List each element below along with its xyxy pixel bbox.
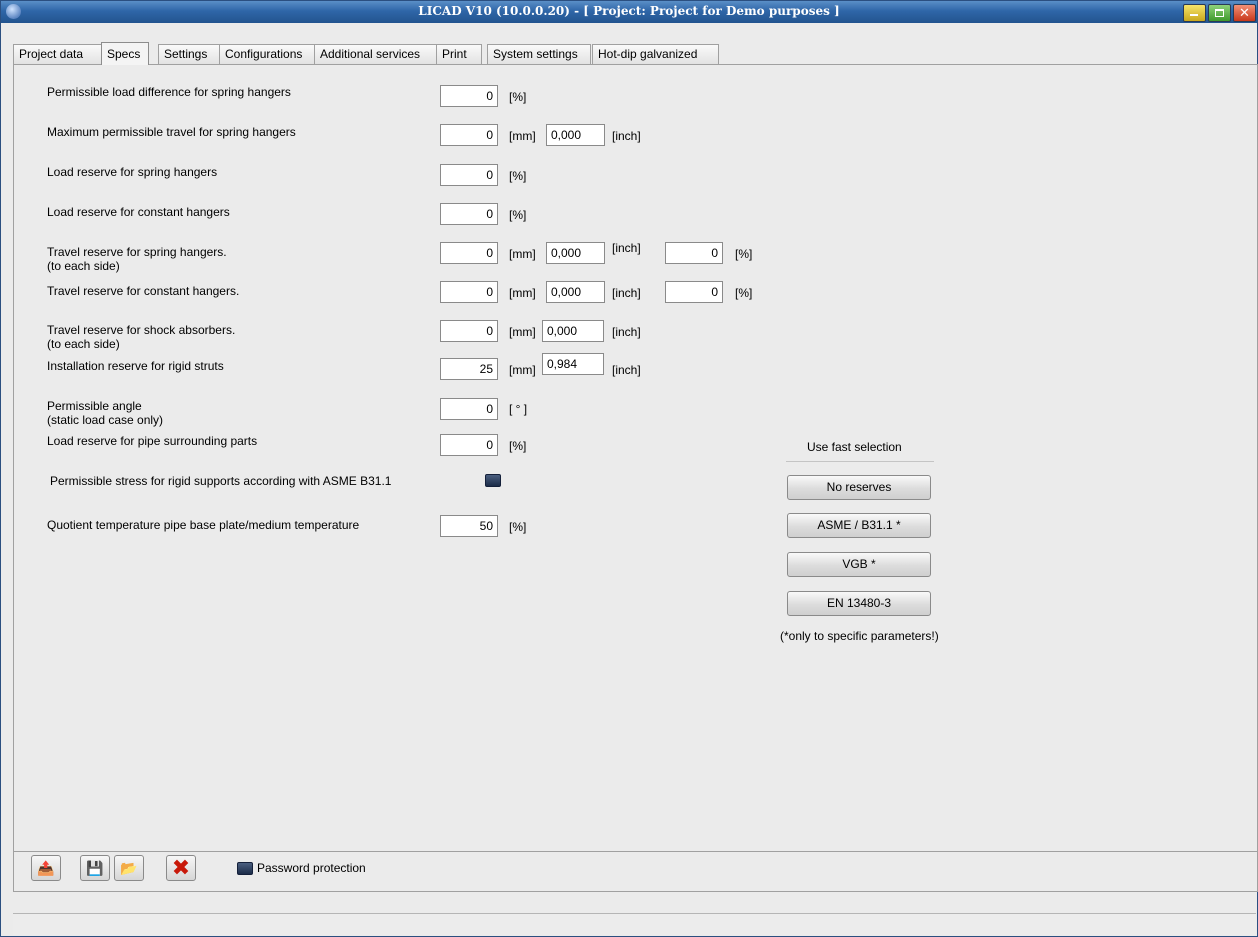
percent-unit: [%] (509, 439, 527, 453)
delete-button[interactable]: ✖ (166, 855, 196, 881)
en-13480-3-button[interactable]: EN 13480-3 (787, 591, 931, 616)
travel-reserve-spring-label: Travel reserve for spring hangers. (47, 245, 227, 259)
mm-unit: [mm] (509, 325, 536, 339)
travel-reserve-shock-label: Travel reserve for shock absorbers. (47, 323, 236, 337)
max-travel-spring-mm-field[interactable]: 0 (440, 124, 498, 146)
percent-unit: [%] (509, 90, 527, 104)
inch-unit: [inch] (612, 363, 641, 377)
save-icon: 💾 (86, 860, 104, 876)
travel-reserve-shock-mm-field[interactable]: 0 (440, 320, 498, 342)
installation-reserve-label: Installation reserve for rigid struts (47, 359, 224, 373)
tab-specs[interactable]: Specs (101, 42, 149, 65)
inch-unit: [inch] (612, 325, 641, 339)
load-diff-spring-field[interactable]: 0 (440, 85, 498, 107)
delete-x-icon: ✖ (171, 855, 191, 880)
maximize-icon (1215, 9, 1224, 17)
percent-unit: [%] (735, 247, 753, 261)
minimize-button[interactable] (1183, 4, 1206, 22)
tab-settings[interactable]: Settings (158, 44, 220, 64)
open-button[interactable]: 📂 (114, 855, 144, 881)
bottom-toolbar (13, 851, 1258, 892)
tab-project-data[interactable]: Project data (13, 44, 104, 64)
close-button[interactable]: ✕ (1233, 4, 1256, 22)
save-button[interactable]: 💾 (80, 855, 110, 881)
folder-open-icon: 📂 (120, 860, 138, 876)
load-diff-spring-label: Permissible load difference for spring h… (47, 85, 291, 99)
percent-unit: [%] (509, 520, 527, 534)
fast-selection-title: Use fast selection (807, 440, 902, 454)
load-reserve-constant-label: Load reserve for constant hangers (47, 205, 230, 219)
travel-reserve-constant-mm-field[interactable]: 0 (440, 281, 498, 303)
tab-hot-dip-galvanized[interactable]: Hot-dip galvanized (592, 44, 719, 64)
no-reserves-button[interactable]: No reserves (787, 475, 931, 500)
window-title: LICAD V10 (10.0.0.20) - [ Project: Proje… (418, 4, 840, 18)
travel-reserve-shock-inch-field[interactable]: 0,000 (542, 320, 604, 342)
permissible-angle-sublabel: (static load case only) (47, 413, 164, 427)
degree-unit: [ ° ] (509, 402, 528, 416)
mm-unit: [mm] (509, 247, 536, 261)
specs-panel (13, 64, 1258, 853)
load-reserve-spring-field[interactable]: 0 (440, 164, 498, 186)
travel-reserve-spring-percent-field[interactable]: 0 (665, 242, 723, 264)
tab-additional-services[interactable]: Additional services (314, 44, 440, 64)
mm-unit: [mm] (509, 286, 536, 300)
fast-selection-note: (*only to specific parameters!) (780, 629, 939, 643)
permissible-angle-field[interactable]: 0 (440, 398, 498, 420)
fast-selection-divider (786, 461, 934, 462)
travel-reserve-shock-sublabel: (to each side) (47, 337, 120, 351)
installation-reserve-inch-field[interactable]: 0,984 (542, 353, 604, 375)
maximize-button[interactable] (1208, 4, 1231, 22)
travel-reserve-spring-inch-field[interactable]: 0,000 (546, 242, 605, 264)
load-reserve-constant-field[interactable]: 0 (440, 203, 498, 225)
tab-system-settings[interactable]: System settings (487, 44, 591, 64)
title-bar: LICAD V10 (10.0.0.20) - [ Project: Proje… (1, 1, 1257, 23)
export-icon: 📤 (37, 860, 55, 876)
mm-unit: [mm] (509, 129, 536, 143)
travel-reserve-constant-inch-field[interactable]: 0,000 (546, 281, 605, 303)
password-protection-checkbox[interactable] (237, 862, 253, 875)
tab-print[interactable]: Print (436, 44, 482, 64)
asme-stress-label: Permissible stress for rigid supports ac… (50, 474, 392, 488)
travel-reserve-constant-label: Travel reserve for constant hangers. (47, 284, 240, 298)
permissible-angle-label: Permissible angle (47, 399, 142, 413)
load-reserve-pipe-label: Load reserve for pipe surrounding parts (47, 434, 258, 448)
status-bar (13, 913, 1256, 935)
minimize-icon (1190, 14, 1198, 16)
mm-unit: [mm] (509, 363, 536, 377)
vgb-button[interactable]: VGB * (787, 552, 931, 577)
quotient-temp-label: Quotient temperature pipe base plate/med… (47, 518, 360, 532)
load-reserve-pipe-field[interactable]: 0 (440, 434, 498, 456)
travel-reserve-constant-percent-field[interactable]: 0 (665, 281, 723, 303)
asme-b31-1-button[interactable]: ASME / B31.1 * (787, 513, 931, 538)
asme-stress-checkbox[interactable] (485, 474, 501, 487)
percent-unit: [%] (735, 286, 753, 300)
travel-reserve-spring-mm-field[interactable]: 0 (440, 242, 498, 264)
password-protection-label: Password protection (257, 861, 366, 875)
quotient-temp-field[interactable]: 50 (440, 515, 498, 537)
installation-reserve-mm-field[interactable]: 25 (440, 358, 498, 380)
tab-configurations[interactable]: Configurations (219, 44, 315, 64)
load-reserve-spring-label: Load reserve for spring hangers (47, 165, 218, 179)
close-icon: ✕ (1239, 5, 1250, 20)
percent-unit: [%] (509, 169, 527, 183)
app-window: LICAD V10 (10.0.0.20) - [ Project: Proje… (0, 0, 1258, 937)
inch-unit: [inch] (612, 129, 641, 143)
max-travel-spring-label: Maximum permissible travel for spring ha… (47, 125, 296, 139)
max-travel-spring-inch-field[interactable]: 0,000 (546, 124, 605, 146)
inch-unit: [inch] (612, 286, 641, 300)
export-button[interactable]: 📤 (31, 855, 61, 881)
inch-unit: [inch] (612, 241, 641, 255)
travel-reserve-spring-sublabel: (to each side) (47, 259, 120, 273)
percent-unit: [%] (509, 208, 527, 222)
